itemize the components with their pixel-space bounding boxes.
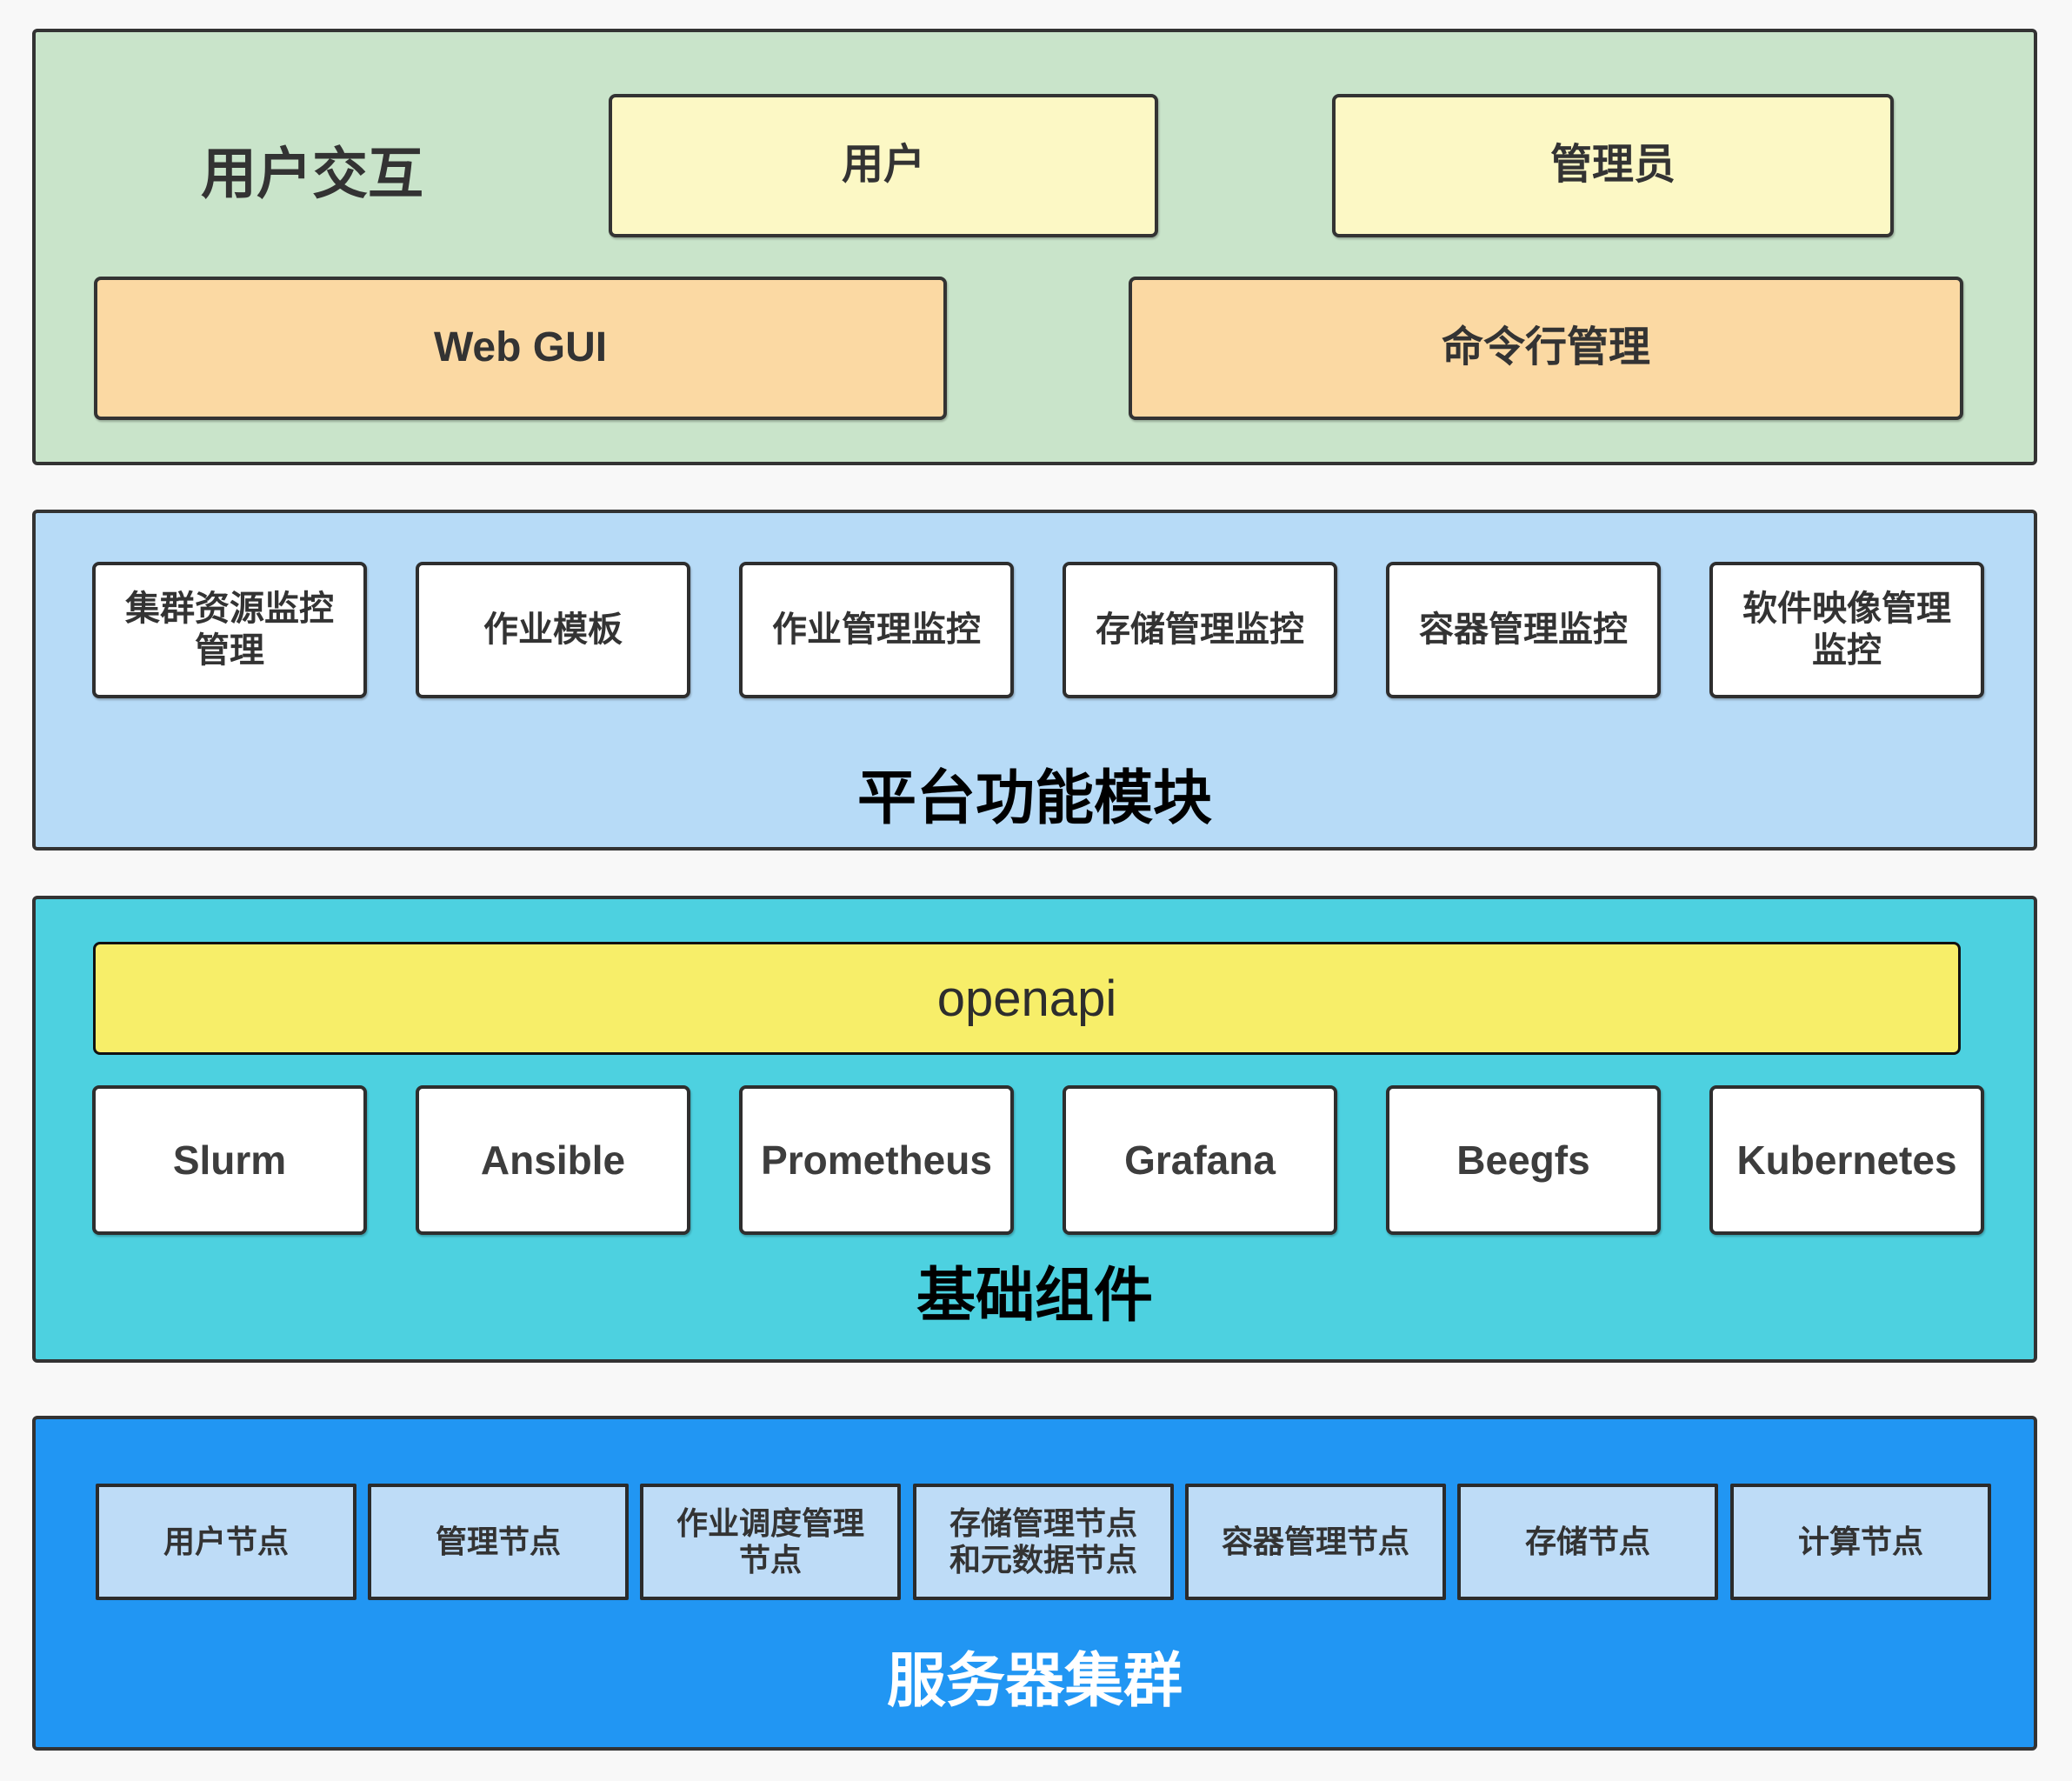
component-label: Grafana <box>1124 1137 1276 1184</box>
component-box-slurm: Slurm <box>92 1085 367 1235</box>
layer-title-user-interaction: 用户交互 <box>201 130 423 210</box>
component-box-ansible: Ansible <box>416 1085 690 1235</box>
module-label: 作业管理监控 <box>772 610 981 650</box>
module-label: 容器管理监控 <box>1419 610 1628 650</box>
component-label: Slurm <box>173 1137 286 1184</box>
box-user-label: 用户 <box>842 141 925 190</box>
layer-title-platform-modules: 平台功能模块 <box>36 750 2034 836</box>
component-label: Beegfs <box>1456 1137 1589 1184</box>
architecture-diagram: 用户交互 用户 管理员 Web GUI 命令行管理 集群资源监控 管理 作业模板… <box>0 0 2072 1781</box>
box-web-gui: Web GUI <box>94 277 947 420</box>
module-box-job-template: 作业模板 <box>416 562 690 698</box>
module-box-software-image-monitor: 软件映像管理 监控 <box>1709 562 1984 698</box>
node-label: 作业调度管理 节点 <box>676 1505 864 1579</box>
node-box-container-management-node: 容器管理节点 <box>1185 1484 1446 1600</box>
box-cli-management-label: 命令行管理 <box>1442 324 1650 373</box>
module-box-container-management-monitor: 容器管理监控 <box>1386 562 1661 698</box>
node-box-storage-metadata-node: 存储管理节点 和元数据节点 <box>913 1484 1174 1600</box>
module-box-storage-management-monitor: 存储管理监控 <box>1063 562 1337 698</box>
component-box-prometheus: Prometheus <box>739 1085 1014 1235</box>
layer-base-components: openapi Slurm Ansible Prometheus Grafana… <box>32 896 2037 1363</box>
component-box-grafana: Grafana <box>1063 1085 1337 1235</box>
layer-user-interaction: 用户交互 用户 管理员 Web GUI 命令行管理 <box>32 29 2037 465</box>
component-box-beegfs: Beegfs <box>1386 1085 1661 1235</box>
node-label: 用户节点 <box>163 1524 289 1560</box>
component-label: Prometheus <box>761 1137 992 1184</box>
node-label: 管理节点 <box>436 1524 561 1560</box>
openapi-label: openapi <box>937 970 1116 1028</box>
layer-platform-modules: 集群资源监控 管理 作业模板 作业管理监控 存储管理监控 容器管理监控 软件映像… <box>32 510 2037 850</box>
node-label: 存储管理节点 和元数据节点 <box>949 1505 1137 1579</box>
module-label: 集群资源监控 管理 <box>125 589 334 670</box>
module-box-job-management-monitor: 作业管理监控 <box>739 562 1014 698</box>
layer-title-server-cluster: 服务器集群 <box>36 1632 2034 1718</box>
box-admin: 管理员 <box>1332 94 1894 237</box>
module-label: 存储管理监控 <box>1096 610 1304 650</box>
component-box-kubernetes: Kubernetes <box>1709 1085 1984 1235</box>
node-label: 存储节点 <box>1525 1524 1650 1560</box>
node-label: 计算节点 <box>1798 1524 1923 1560</box>
box-cli-management: 命令行管理 <box>1129 277 1963 420</box>
component-label: Kubernetes <box>1736 1137 1956 1184</box>
module-label: 软件映像管理 监控 <box>1742 589 1951 670</box>
module-label: 作业模板 <box>483 610 623 650</box>
box-admin-label: 管理员 <box>1550 141 1676 190</box>
node-box-compute-node: 计算节点 <box>1730 1484 1991 1600</box>
layer-server-cluster: 用户节点 管理节点 作业调度管理 节点 存储管理节点 和元数据节点 容器管理节点… <box>32 1416 2037 1751</box>
layer-title-base-components: 基础组件 <box>36 1247 2034 1333</box>
node-box-management-node: 管理节点 <box>368 1484 629 1600</box>
node-label: 容器管理节点 <box>1222 1524 1409 1560</box>
box-user: 用户 <box>609 94 1158 237</box>
openapi-bar: openapi <box>93 942 1961 1055</box>
box-web-gui-label: Web GUI <box>434 324 607 373</box>
node-box-storage-node: 存储节点 <box>1457 1484 1718 1600</box>
component-label: Ansible <box>481 1137 625 1184</box>
module-box-cluster-resource-monitor: 集群资源监控 管理 <box>92 562 367 698</box>
node-box-job-scheduling-node: 作业调度管理 节点 <box>640 1484 901 1600</box>
node-box-user-node: 用户节点 <box>96 1484 356 1600</box>
